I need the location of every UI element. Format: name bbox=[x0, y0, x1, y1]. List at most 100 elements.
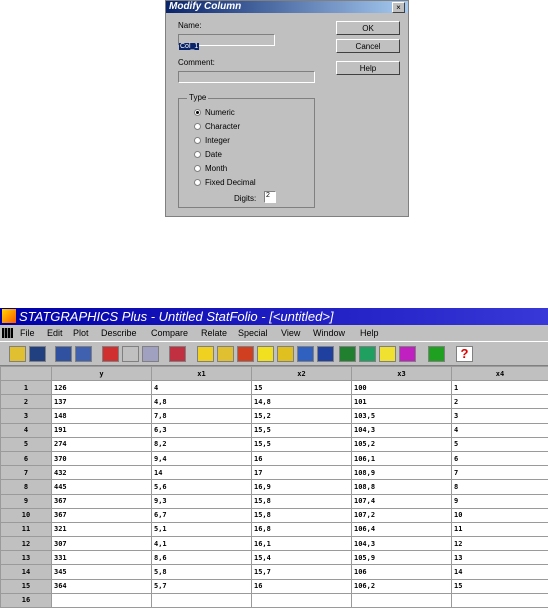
table-cell[interactable]: 14 bbox=[151, 465, 252, 481]
table-cell[interactable]: 106,4 bbox=[351, 521, 452, 538]
chart1-icon[interactable] bbox=[197, 346, 214, 362]
grid-corner[interactable] bbox=[0, 366, 52, 381]
scatter-icon[interactable] bbox=[257, 346, 274, 362]
column-header[interactable]: y bbox=[51, 366, 152, 381]
row-number[interactable]: 10 bbox=[0, 507, 52, 523]
table-cell[interactable]: 10 bbox=[451, 507, 548, 523]
table-cell[interactable]: 321 bbox=[51, 521, 152, 538]
chart7-icon[interactable] bbox=[317, 346, 334, 362]
table-cell[interactable]: 3 bbox=[451, 408, 548, 424]
cut-icon[interactable] bbox=[102, 346, 119, 362]
table-cell[interactable]: 4 bbox=[451, 422, 548, 438]
row-number[interactable]: 9 bbox=[0, 493, 52, 509]
chart5-icon[interactable] bbox=[277, 346, 294, 362]
table-cell[interactable] bbox=[51, 592, 152, 608]
line-chart-icon[interactable] bbox=[339, 346, 356, 362]
row-number[interactable]: 5 bbox=[0, 436, 52, 452]
table-cell[interactable]: 15,8 bbox=[251, 507, 352, 523]
table-cell[interactable] bbox=[351, 592, 452, 608]
table-cell[interactable]: 9,4 bbox=[151, 450, 252, 467]
table-cell[interactable]: 15,2 bbox=[251, 408, 352, 424]
table-cell[interactable]: 2 bbox=[451, 394, 548, 410]
table-cell[interactable]: 11 bbox=[451, 521, 548, 538]
table-cell[interactable]: 6,3 bbox=[151, 422, 252, 438]
table-cell[interactable]: 5,1 bbox=[151, 521, 252, 538]
table-cell[interactable]: 104,3 bbox=[351, 422, 452, 438]
table-cell[interactable]: 307 bbox=[51, 536, 152, 552]
table-cell[interactable]: 364 bbox=[51, 578, 152, 594]
chart11-icon[interactable] bbox=[399, 346, 416, 362]
table-cell[interactable] bbox=[451, 592, 548, 608]
column-header[interactable]: x1 bbox=[151, 366, 252, 381]
table-cell[interactable]: 370 bbox=[51, 450, 152, 467]
table-cell[interactable] bbox=[151, 592, 252, 608]
paste-icon[interactable] bbox=[142, 346, 159, 362]
table-cell[interactable]: 14,8 bbox=[251, 394, 352, 410]
table-cell[interactable]: 101 bbox=[351, 394, 452, 410]
table-cell[interactable]: 15,4 bbox=[251, 550, 352, 566]
radio-character[interactable]: Character bbox=[194, 122, 240, 131]
row-number[interactable]: 3 bbox=[0, 408, 52, 424]
row-number[interactable]: 6 bbox=[0, 450, 52, 467]
table-cell[interactable]: 4 bbox=[151, 379, 252, 396]
table-cell[interactable]: 100 bbox=[351, 379, 452, 396]
row-number[interactable]: 14 bbox=[0, 564, 52, 580]
table-cell[interactable]: 103,5 bbox=[351, 408, 452, 424]
table-cell[interactable]: 4,8 bbox=[151, 394, 252, 410]
menu-describe[interactable]: Describe bbox=[101, 325, 137, 341]
table-cell[interactable]: 107,2 bbox=[351, 507, 452, 523]
table-cell[interactable]: 17 bbox=[251, 465, 352, 481]
table-cell[interactable] bbox=[251, 592, 352, 608]
radio-integer[interactable]: Integer bbox=[194, 136, 230, 145]
table-cell[interactable]: 5,8 bbox=[151, 564, 252, 580]
table-cell[interactable]: 15 bbox=[451, 578, 548, 594]
radio-fixed-decimal[interactable]: Fixed Decimal bbox=[194, 178, 256, 187]
bar-chart-icon[interactable] bbox=[237, 346, 254, 362]
comment-field[interactable] bbox=[178, 71, 315, 83]
table-cell[interactable]: 137 bbox=[51, 394, 152, 410]
table-cell[interactable]: 8 bbox=[451, 479, 548, 495]
menu-window[interactable]: Window bbox=[313, 325, 345, 341]
table-cell[interactable]: 8,6 bbox=[151, 550, 252, 566]
table-cell[interactable]: 345 bbox=[51, 564, 152, 580]
table-cell[interactable]: 9,3 bbox=[151, 493, 252, 509]
menu-help[interactable]: Help bbox=[360, 325, 379, 341]
row-number[interactable]: 4 bbox=[0, 422, 52, 438]
radio-month[interactable]: Month bbox=[194, 164, 227, 173]
table-cell[interactable]: 105,2 bbox=[351, 436, 452, 452]
row-number[interactable]: 16 bbox=[0, 592, 52, 608]
table-cell[interactable]: 367 bbox=[51, 507, 152, 523]
chart2-icon[interactable] bbox=[217, 346, 234, 362]
table-cell[interactable]: 14 bbox=[451, 564, 548, 580]
copy-icon[interactable] bbox=[122, 346, 139, 362]
chart9-icon[interactable] bbox=[359, 346, 376, 362]
menu-edit[interactable]: Edit bbox=[47, 325, 63, 341]
open-icon[interactable] bbox=[9, 346, 26, 362]
table-cell[interactable]: 15,5 bbox=[251, 436, 352, 452]
ok-button[interactable]: OK bbox=[336, 21, 400, 35]
column-header[interactable]: x4 bbox=[451, 366, 548, 381]
table-cell[interactable]: 16 bbox=[251, 450, 352, 467]
table-cell[interactable]: 126 bbox=[51, 379, 152, 396]
table-cell[interactable]: 5 bbox=[451, 436, 548, 452]
column-header[interactable]: x3 bbox=[351, 366, 452, 381]
table-cell[interactable]: 104,3 bbox=[351, 536, 452, 552]
row-number[interactable]: 13 bbox=[0, 550, 52, 566]
table-cell[interactable]: 13 bbox=[451, 550, 548, 566]
help-icon[interactable]: ? bbox=[456, 346, 473, 362]
table-cell[interactable]: 445 bbox=[51, 479, 152, 495]
table-cell[interactable]: 16 bbox=[251, 578, 352, 594]
menu-plot[interactable]: Plot bbox=[73, 325, 89, 341]
radio-date[interactable]: Date bbox=[194, 150, 222, 159]
table-cell[interactable]: 15,7 bbox=[251, 564, 352, 580]
help-button[interactable]: Help bbox=[336, 61, 400, 75]
row-number[interactable]: 2 bbox=[0, 394, 52, 410]
table-cell[interactable]: 9 bbox=[451, 493, 548, 509]
table-cell[interactable]: 331 bbox=[51, 550, 152, 566]
arrow-icon[interactable] bbox=[428, 346, 445, 362]
save-icon[interactable] bbox=[29, 346, 46, 362]
print-icon[interactable] bbox=[169, 346, 186, 362]
table-cell[interactable]: 16,9 bbox=[251, 479, 352, 495]
table-cell[interactable]: 5,6 bbox=[151, 479, 252, 495]
row-number[interactable]: 11 bbox=[0, 521, 52, 538]
